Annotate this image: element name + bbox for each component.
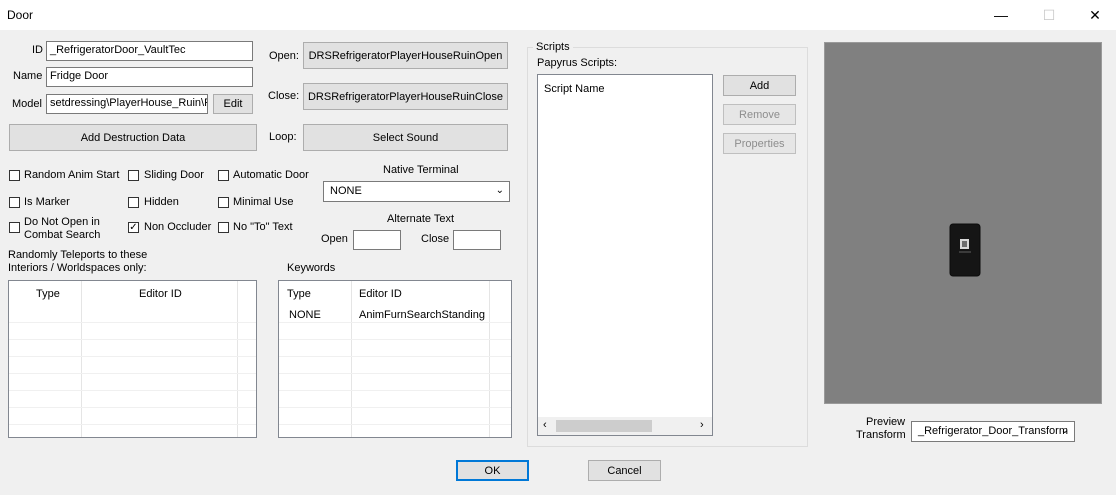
column-divider [351, 281, 352, 437]
ok-button[interactable]: OK [456, 460, 529, 481]
native-terminal-label: Native Terminal [383, 164, 459, 176]
row-divider [9, 407, 256, 408]
teleports-label-line1: Randomly Teleports to these [8, 249, 148, 261]
loop-sound-button[interactable]: Select Sound [303, 124, 508, 151]
close-sound-label: Close: [268, 90, 300, 102]
row-divider [279, 373, 511, 374]
alternate-close-field[interactable] [453, 230, 501, 250]
keyword-row-type[interactable]: NONE [289, 309, 321, 321]
window-title: Door [7, 8, 34, 22]
row-divider [9, 322, 256, 323]
preview-transform-value: _Refrigerator_Door_Transform [918, 425, 1068, 437]
id-label: ID [32, 44, 43, 56]
model-label: Model [12, 98, 42, 110]
open-sound-button[interactable]: DRSRefrigeratorPlayerHouseRuinOpen [303, 42, 508, 69]
close-sound-button[interactable]: DRSRefrigeratorPlayerHouseRuinClose [303, 83, 508, 110]
row-divider [279, 356, 511, 357]
row-divider [9, 424, 256, 425]
do-not-open-checkbox[interactable] [9, 222, 20, 233]
scripts-col-name[interactable]: Script Name [544, 83, 605, 95]
random-anim-start-checkbox[interactable] [9, 170, 20, 181]
teleports-col-type[interactable]: Type [36, 281, 60, 307]
teleports-list[interactable]: Type Editor ID [8, 280, 257, 438]
checkmark-icon: ✓ [129, 221, 138, 233]
column-divider [237, 281, 238, 437]
alternate-text-label: Alternate Text [387, 213, 455, 225]
model-field[interactable]: setdressing\PlayerHouse_Ruin\F [46, 94, 208, 114]
native-terminal-value: NONE [330, 185, 362, 197]
minimal-use-checkbox[interactable] [218, 197, 229, 208]
name-label: Name [13, 70, 43, 82]
row-divider [279, 390, 511, 391]
is-marker-label: Is Marker [24, 196, 70, 208]
cancel-button[interactable]: Cancel [588, 460, 661, 481]
teleports-label-line2: Interiors / Worldspaces only: [8, 262, 147, 274]
preview-transform-select[interactable]: _Refrigerator_Door_Transform ⌄ [911, 421, 1075, 442]
preview-transform-label-line1: Preview [866, 416, 906, 428]
preview-transform-label-line2: Transform [856, 429, 906, 441]
horizontal-scrollbar[interactable]: ‹ › [538, 417, 712, 435]
native-terminal-select[interactable]: NONE ⌄ [323, 181, 510, 202]
loop-sound-label: Loop: [269, 131, 297, 143]
column-divider [489, 281, 490, 437]
keywords-label: Keywords [287, 262, 336, 274]
non-occluder-label: Non Occluder [144, 221, 212, 233]
random-anim-start-label: Random Anim Start [24, 169, 120, 181]
edit-model-button[interactable]: Edit [213, 94, 253, 114]
add-destruction-data-button[interactable]: Add Destruction Data [9, 124, 257, 151]
keywords-list[interactable]: Type Editor ID NONE AnimFurnSearchStandi… [278, 280, 512, 438]
row-divider [9, 356, 256, 357]
keywords-col-type[interactable]: Type [287, 281, 311, 307]
remove-script-button[interactable]: Remove [723, 104, 796, 125]
automatic-door-label: Automatic Door [233, 169, 309, 181]
sliding-door-checkbox[interactable] [128, 170, 139, 181]
hidden-checkbox[interactable] [128, 197, 139, 208]
teleports-col-editor-id[interactable]: Editor ID [139, 281, 182, 307]
do-not-open-label-line1: Do Not Open in [24, 216, 100, 228]
close-button[interactable]: ✕ [1072, 0, 1116, 30]
script-properties-button[interactable]: Properties [723, 133, 796, 154]
row-divider [9, 373, 256, 374]
column-divider [81, 281, 82, 437]
maximize-button[interactable]: ☐ [1026, 0, 1072, 30]
chevron-down-icon: ⌄ [1060, 425, 1069, 436]
scroll-left-icon[interactable]: ‹ [543, 419, 547, 431]
alternate-close-label: Close [421, 233, 450, 245]
chevron-down-icon: ⌄ [495, 185, 504, 196]
row-divider [9, 339, 256, 340]
scrollbar-thumb[interactable] [556, 420, 652, 432]
row-divider [9, 390, 256, 391]
row-divider [279, 407, 511, 408]
is-marker-checkbox[interactable] [9, 197, 20, 208]
open-sound-label: Open: [269, 50, 299, 62]
alternate-open-field[interactable] [353, 230, 401, 250]
sliding-door-label: Sliding Door [144, 169, 204, 181]
no-to-text-label: No "To" Text [233, 221, 293, 233]
minimal-use-label: Minimal Use [233, 196, 294, 208]
model-preview-viewport[interactable] [824, 42, 1102, 404]
no-to-text-checkbox[interactable] [218, 222, 229, 233]
scripts-list[interactable]: Script Name ‹ › [537, 74, 713, 436]
row-divider [279, 339, 511, 340]
hidden-label: Hidden [144, 196, 179, 208]
row-divider [279, 424, 511, 425]
minimize-button[interactable]: — [978, 0, 1024, 30]
scroll-right-icon[interactable]: › [700, 419, 704, 431]
name-field[interactable]: Fridge Door [46, 67, 253, 87]
papyrus-scripts-label: Papyrus Scripts: [537, 57, 618, 69]
id-field[interactable]: _RefrigeratorDoor_VaultTec [46, 41, 253, 61]
fridge-door-model-icon [949, 223, 981, 277]
automatic-door-checkbox[interactable] [218, 170, 229, 181]
scripts-group-label: Scripts [533, 41, 573, 53]
title-bar [0, 0, 1116, 30]
do-not-open-label-line2: Combat Search [24, 229, 101, 241]
keyword-row-editor-id[interactable]: AnimFurnSearchStanding [359, 309, 485, 321]
row-divider [279, 322, 511, 323]
alternate-open-label: Open [321, 233, 348, 245]
add-script-button[interactable]: Add [723, 75, 796, 96]
keywords-col-editor-id[interactable]: Editor ID [359, 281, 402, 307]
non-occluder-checkbox[interactable]: ✓ [128, 222, 139, 233]
